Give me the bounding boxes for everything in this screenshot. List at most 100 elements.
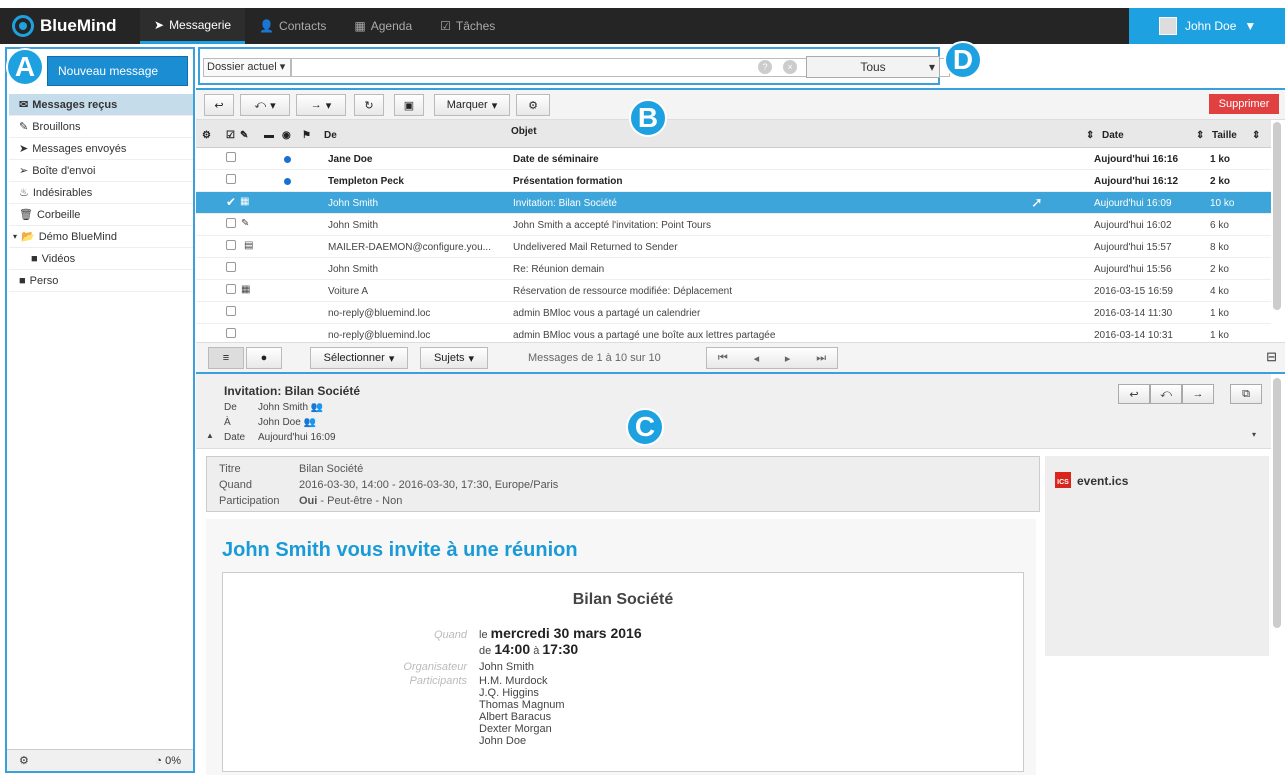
table-row[interactable]: ✎ John Smith John Smith a accepté l'invita… [196, 214, 1271, 236]
filter-select[interactable]: Tous ▾ [806, 56, 940, 78]
message-subject: Invitation: Bilan Société [224, 384, 361, 398]
reply-all-button[interactable]: ⤺ ▾ [240, 94, 290, 116]
expand-header-icon[interactable]: ▾ [1252, 430, 1256, 439]
forward-button[interactable]: → [1182, 384, 1214, 404]
tab-contacts[interactable]: 👤 Contacts [245, 8, 340, 44]
invitation-summary: Titre Bilan Société Quand 2016-03-30, 14… [206, 456, 1040, 512]
sort-icon[interactable]: ⇕ [1252, 130, 1260, 141]
threads-button[interactable]: Sujets ▾ [420, 347, 488, 369]
search-scope-select[interactable]: Dossier actuel ▾ [203, 58, 291, 77]
tab-agenda[interactable]: ▦ Agenda [340, 8, 426, 44]
tab-label: Messagerie [169, 17, 232, 32]
column-from[interactable]: De [324, 130, 337, 141]
add-contact-icon[interactable]: 👥 [304, 417, 316, 428]
row-checkbox[interactable] [226, 284, 236, 294]
column-date[interactable]: Date [1102, 130, 1124, 141]
next-page-icon[interactable]: ▸ [785, 352, 791, 365]
reply-button[interactable]: ↩ [204, 94, 234, 116]
previous-page-icon[interactable]: ◂ [754, 352, 760, 365]
more-actions-button[interactable]: ⚙ [516, 94, 550, 116]
add-contact-icon[interactable]: 👥 [311, 402, 323, 413]
from-value[interactable]: John Smith 👥 [258, 402, 323, 413]
app-logo[interactable]: BlueMind [12, 8, 117, 44]
mail-toolbar: ↩ ⤺ ▾ → ▾ ↻ ▣ Marquer ▾ ⚙ Supprimer [196, 90, 1285, 120]
column-size[interactable]: Taille [1212, 130, 1237, 141]
select-button[interactable]: Sélectionner ▾ [310, 347, 408, 369]
table-row[interactable]: Jane Doe Date de séminaire Aujourd'hui 16:… [196, 148, 1271, 170]
folder-junk[interactable]: ♨ Indésirables [9, 182, 193, 204]
message-list-footer: ≡ ● Sélectionner ▾ Sujets ▾ Messages de 1 … [196, 342, 1285, 372]
calendar-icon: ▦ [240, 196, 250, 207]
help-icon[interactable]: ? [758, 60, 772, 74]
from-name: John Smith [258, 402, 309, 413]
columns-settings-icon[interactable]: ⚙ [202, 130, 211, 141]
row-from: John Smith [328, 198, 379, 209]
delete-label: Supprimer [1218, 98, 1270, 110]
settings-gears-icon[interactable]: ⚙ [19, 754, 29, 767]
table-row[interactable]: ▤ MAILER-DAEMON@configure.you... Undeliver… [196, 236, 1271, 258]
mark-label: Marquer [446, 99, 488, 111]
folder-demo-bluemind[interactable]: ▾ 📂 Démo BlueMind [9, 226, 193, 248]
message-list-header: ⚙ ☑ ✎ ▬ ◉ ⚑ De Objet ⇕ Date ⇕ Taille ⇕ [196, 120, 1271, 148]
toggle-preview-icon[interactable]: ⊟ [1266, 349, 1277, 365]
user-menu[interactable]: John Doe ▼ [1129, 8, 1285, 44]
folder-outbox[interactable]: ➢ Boîte d'envoi [9, 160, 193, 182]
row-checkbox[interactable] [226, 328, 236, 338]
folder-drafts[interactable]: ✎ Brouillons [9, 116, 193, 138]
table-row[interactable]: no-reply@bluemind.loc admin BMloc vous a … [196, 324, 1271, 340]
table-row[interactable]: ▦ Voiture A Réservation de ressource modif… [196, 280, 1271, 302]
row-date: 2016-03-14 11:30 [1094, 308, 1173, 319]
sort-icon[interactable]: ⇕ [1086, 130, 1094, 141]
unread-dot-icon[interactable] [284, 178, 291, 185]
open-window-button[interactable]: ⧉ [1230, 384, 1262, 404]
new-message-button[interactable]: Nouveau message [47, 56, 188, 86]
unread-dot-icon[interactable] [284, 156, 291, 163]
last-page-icon[interactable]: ⏭ [816, 352, 826, 365]
list-scrollbar[interactable] [1273, 122, 1281, 310]
tab-taches[interactable]: ☑ Tâches [426, 8, 509, 44]
attachment-link[interactable]: event.ics [1077, 474, 1128, 488]
checked-checkbox-icon[interactable]: ✔ [226, 195, 236, 209]
collapse-header-icon[interactable]: ▲ [206, 431, 214, 440]
archive-button[interactable]: ▣ [394, 94, 424, 116]
delete-button[interactable]: Supprimer [1209, 94, 1279, 114]
to-value[interactable]: John Doe 👥 [258, 417, 316, 428]
tab-messagerie[interactable]: ➤ Messagerie [140, 8, 246, 44]
first-page-icon[interactable]: ⏮ [718, 352, 728, 365]
row-checkbox[interactable] [226, 152, 236, 162]
folder-inbox[interactable]: ✉ Messages reçus [9, 94, 193, 116]
column-subject[interactable]: Objet [511, 126, 537, 137]
row-checkbox[interactable] [226, 174, 236, 184]
table-row[interactable]: no-reply@bluemind.loc admin BMloc vous a … [196, 302, 1271, 324]
folder-sent[interactable]: ➤ Messages envoyés [9, 138, 193, 160]
expand-arrow-icon[interactable]: ▾ [13, 232, 17, 241]
folder-perso[interactable]: ■ Perso [9, 270, 193, 292]
forward-button[interactable]: → ▾ [296, 94, 346, 116]
table-row[interactable]: ✔ ▦ John Smith Invitation: Bilan Société Auj… [196, 192, 1271, 214]
table-row[interactable]: Templeton Peck Présentation formation Aujo… [196, 170, 1271, 192]
attachment-icon: ✎ [241, 218, 250, 229]
select-column-icon[interactable]: ☑ [226, 130, 235, 141]
row-checkbox[interactable] [226, 306, 236, 316]
folder-trash[interactable]: 🗑 Corbeille [9, 204, 193, 226]
app-name: BlueMind [40, 16, 117, 35]
message-scrollbar[interactable] [1273, 378, 1281, 628]
refresh-button[interactable]: ↻ [354, 94, 384, 116]
list-view-button[interactable]: ≡ [208, 347, 244, 369]
callout-label: D [952, 44, 974, 75]
folder-videos[interactable]: ■ Vidéos [9, 248, 193, 270]
sort-icon[interactable]: ⇕ [1196, 130, 1204, 141]
participation-other[interactable]: - Peut-être - Non [317, 495, 402, 507]
row-checkbox[interactable] [226, 218, 236, 228]
reply-button[interactable]: ↩ [1118, 384, 1150, 404]
reply-all-button[interactable]: ⤺ [1150, 384, 1182, 404]
participation-yes[interactable]: Oui [299, 495, 317, 507]
attachments-pane: ICS event.ics [1045, 456, 1269, 656]
mark-button[interactable]: Marquer ▾ [434, 94, 510, 116]
row-size: 2 ko [1210, 176, 1231, 187]
row-checkbox[interactable] [226, 240, 236, 250]
conversation-view-button[interactable]: ● [246, 347, 282, 369]
clear-icon[interactable]: × [783, 60, 797, 74]
row-checkbox[interactable] [226, 262, 236, 272]
table-row[interactable]: John Smith Re: Réunion demain Aujourd'hui … [196, 258, 1271, 280]
